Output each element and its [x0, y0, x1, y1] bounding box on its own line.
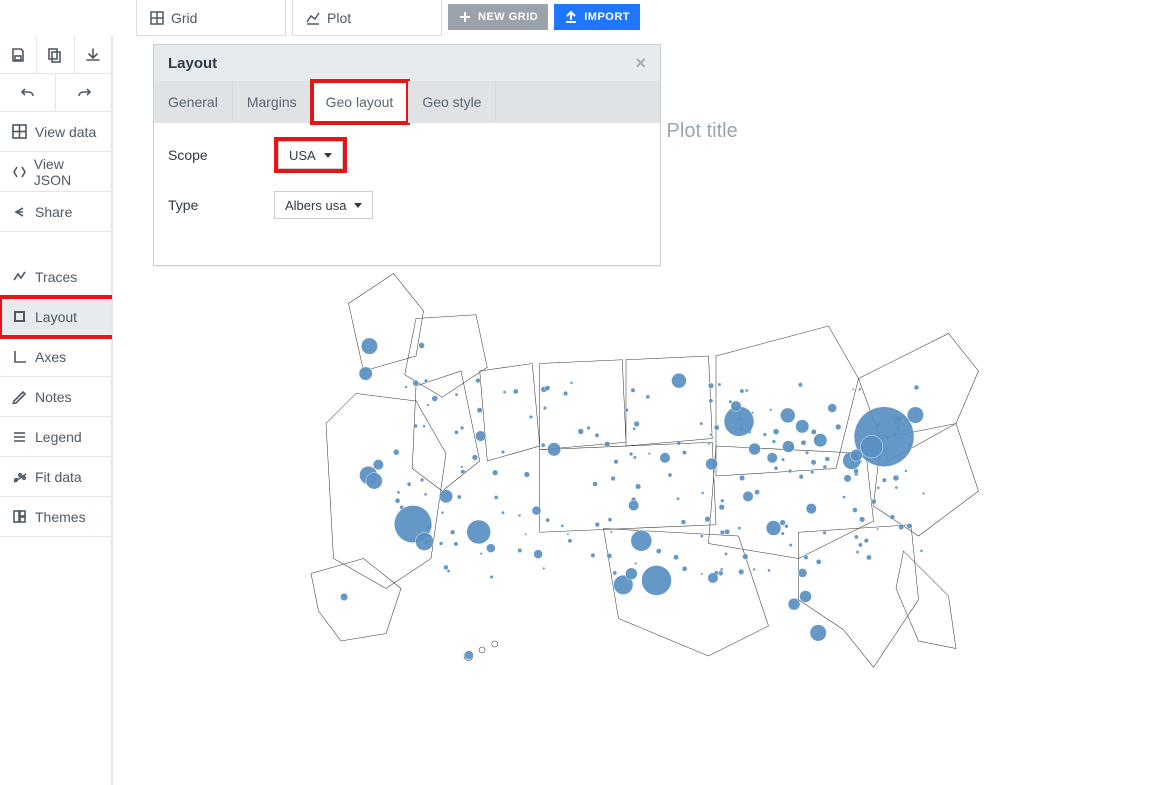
- download-button[interactable]: [75, 36, 111, 73]
- new-grid-button[interactable]: NEW GRID: [448, 4, 548, 30]
- tab-grid[interactable]: Grid: [136, 0, 286, 36]
- sidebar-item-fit-data[interactable]: Fit data: [0, 457, 111, 497]
- scope-select[interactable]: USA: [278, 141, 343, 169]
- upload-icon: [564, 10, 578, 24]
- chevron-down-icon: [324, 153, 332, 158]
- grid-icon: [149, 10, 165, 26]
- copy-button[interactable]: [37, 36, 74, 73]
- tab-label: Grid: [171, 10, 197, 26]
- chevron-down-icon: [354, 203, 362, 208]
- sidebar-item-layout[interactable]: Layout: [0, 297, 111, 337]
- button-label: IMPORT: [584, 11, 630, 23]
- layout-icon: [12, 309, 27, 324]
- copy-icon: [47, 47, 63, 63]
- panel-tabs: General Margins Geo layout Geo style: [154, 81, 660, 123]
- panel-header: Layout ×: [154, 45, 660, 81]
- sidebar-item-notes[interactable]: Notes: [0, 377, 111, 417]
- tab-margins[interactable]: Margins: [233, 81, 312, 123]
- select-value: Albers usa: [285, 198, 346, 213]
- undo-button[interactable]: [0, 74, 56, 111]
- axes-icon: [12, 349, 27, 364]
- sidebar-item-traces[interactable]: Traces: [0, 257, 111, 297]
- highlight-box: USA: [274, 137, 347, 173]
- bubble-layer: [340, 338, 925, 660]
- redo-button[interactable]: [56, 74, 111, 111]
- sidebar-item-label: Notes: [35, 389, 72, 405]
- plus-icon: [458, 10, 472, 24]
- state-boundaries: [311, 274, 979, 668]
- sidebar-item-label: Traces: [35, 269, 77, 285]
- type-select[interactable]: Albers usa: [274, 191, 373, 219]
- themes-icon: [12, 509, 27, 524]
- download-icon: [85, 47, 101, 63]
- tab-geo-layout[interactable]: Geo layout: [312, 81, 409, 123]
- panel-title: Layout: [168, 55, 217, 72]
- tab-plot[interactable]: Plot: [292, 0, 442, 36]
- sidebar-item-themes[interactable]: Themes: [0, 497, 111, 537]
- sidebar-item-legend[interactable]: Legend: [0, 417, 111, 457]
- redo-icon: [76, 85, 92, 101]
- sidebar: View data View JSON Share Traces Layout …: [0, 36, 112, 785]
- code-icon: [12, 164, 26, 179]
- top-tabbar: Grid Plot NEW GRID IMPORT: [136, 0, 1169, 36]
- notes-icon: [12, 389, 27, 404]
- type-label: Type: [168, 197, 274, 213]
- tab-label: Plot: [327, 10, 351, 26]
- undo-icon: [20, 85, 36, 101]
- import-button[interactable]: IMPORT: [554, 4, 640, 30]
- sidebar-item-label: Legend: [35, 429, 82, 445]
- plot-icon: [305, 10, 321, 26]
- geo-map: [281, 236, 1001, 689]
- fit-icon: [12, 469, 27, 484]
- sidebar-item-view-data[interactable]: View data: [0, 112, 111, 152]
- grid-icon: [12, 124, 27, 139]
- scope-label: Scope: [168, 147, 274, 163]
- sidebar-item-label: Share: [35, 204, 72, 220]
- sidebar-item-label: Axes: [35, 349, 66, 365]
- tab-geo-style[interactable]: Geo style: [408, 81, 496, 123]
- select-value: USA: [289, 148, 316, 163]
- sidebar-item-label: View JSON: [34, 156, 99, 188]
- close-icon[interactable]: ×: [635, 53, 646, 74]
- button-label: NEW GRID: [478, 11, 538, 23]
- save-icon: [10, 47, 26, 63]
- sidebar-item-label: Layout: [35, 309, 77, 325]
- sidebar-item-label: View data: [35, 124, 96, 140]
- tab-general[interactable]: General: [154, 81, 233, 123]
- sidebar-item-axes[interactable]: Axes: [0, 337, 111, 377]
- sidebar-item-view-json[interactable]: View JSON: [0, 152, 111, 192]
- save-button[interactable]: [0, 36, 37, 73]
- layout-panel: Layout × General Margins Geo layout Geo …: [153, 44, 661, 266]
- sidebar-item-share[interactable]: Share: [0, 192, 111, 232]
- sidebar-item-label: Fit data: [35, 469, 82, 485]
- legend-icon: [12, 429, 27, 444]
- sidebar-item-label: Themes: [35, 509, 86, 525]
- traces-icon: [12, 269, 27, 284]
- share-icon: [12, 204, 27, 219]
